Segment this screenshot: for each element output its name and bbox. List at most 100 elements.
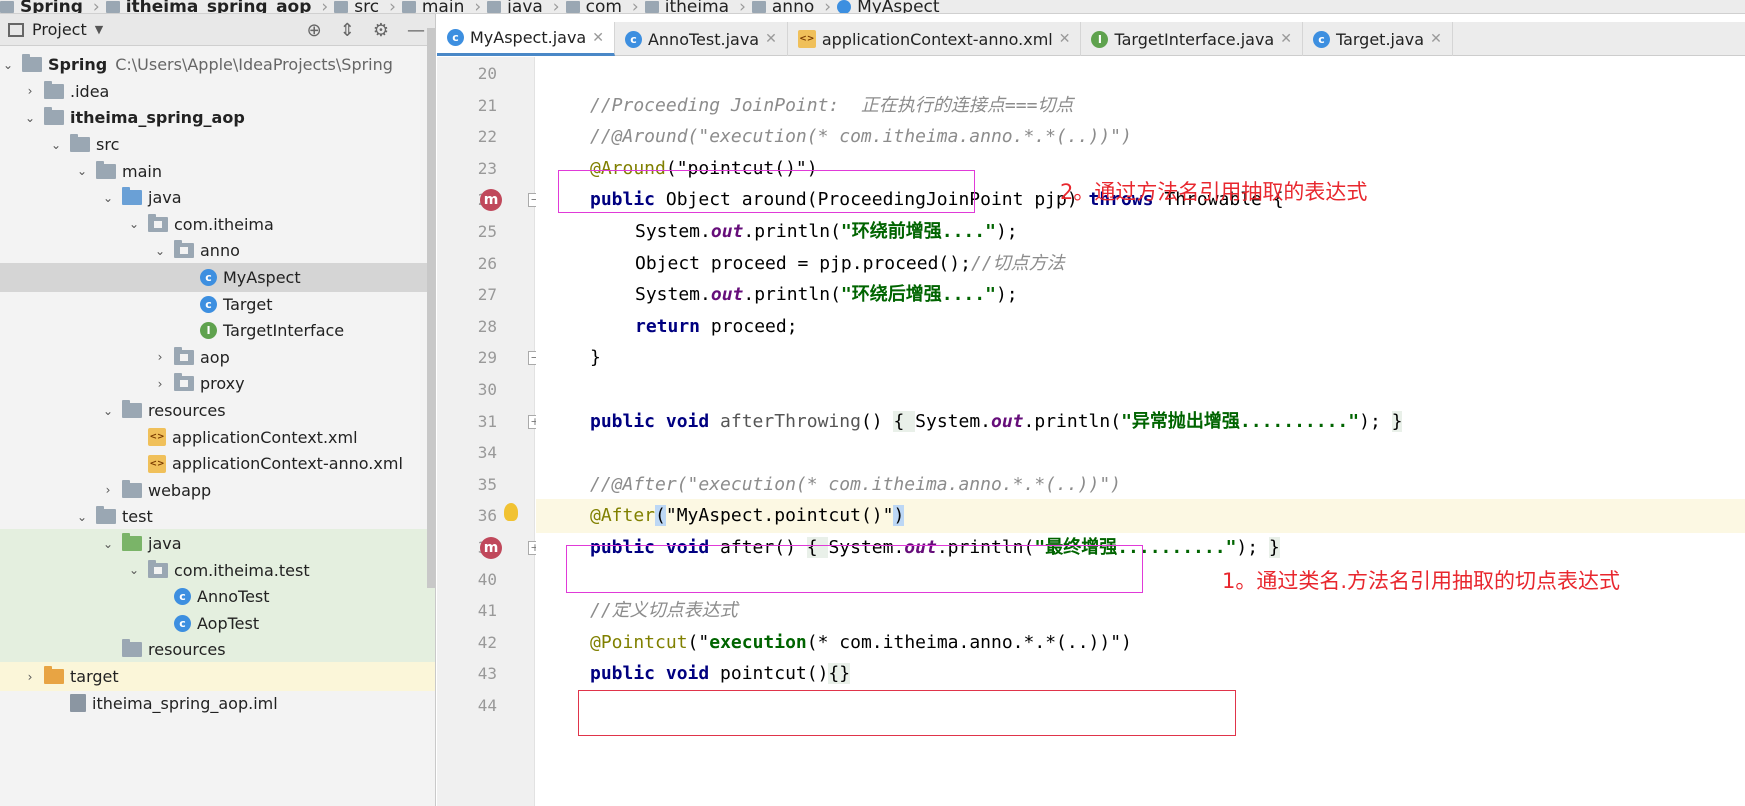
chevron-right-icon[interactable]: › [100,483,116,497]
collapse-all-icon[interactable]: ⇕ [340,20,355,41]
tree-item[interactable]: <> applicationContext.xml [0,422,435,452]
code-line[interactable]: Object proceed = pjp.proceed();//切点方法 [536,247,1745,281]
tree-scrollbar[interactable] [427,28,435,588]
line-number: 29 [477,348,497,368]
code-line[interactable]: return proceed; [536,310,1745,344]
editor-tab[interactable]: <> applicationContext-anno.xml ✕ [788,22,1082,56]
tree-item[interactable]: c AopTest [0,608,435,639]
tree-item[interactable]: › target [0,661,435,692]
close-icon[interactable]: ✕ [1280,31,1292,47]
chevron-down-icon[interactable]: ⌄ [74,164,90,178]
close-icon[interactable]: ✕ [1059,31,1071,47]
tree-item[interactable]: › webapp [0,476,435,506]
chevron-right-icon[interactable]: › [152,350,168,364]
breadcrumb-item[interactable]: anno [772,0,814,13]
hide-panel-icon[interactable]: — [407,20,425,41]
code-line[interactable]: System.out.println("环绕前增强...."); [536,215,1745,249]
breadcrumb-item[interactable]: itheima [665,0,729,13]
chevron-down-icon[interactable]: ⌄ [152,244,168,258]
lightbulb-icon[interactable] [504,503,518,522]
chevron-right-icon[interactable]: › [22,84,38,98]
breadcrumb-separator: › [92,0,100,14]
chevron-down-icon[interactable]: ⌄ [48,138,64,152]
breadcrumb-item[interactable]: main [422,0,464,13]
tree-item[interactable]: › proxy [0,369,435,399]
chevron-down-icon[interactable]: ▼ [95,23,103,36]
editor-tab-label: Target.java [1335,29,1425,49]
code-line[interactable]: public void pointcut(){} [536,657,1745,691]
tree-item[interactable]: ⌄ main [0,156,435,186]
project-panel-title[interactable]: Project [32,20,87,39]
method-override-icon[interactable]: m [480,537,502,559]
tree-item[interactable]: ⌄ Spring C:\Users\Apple\IdeaProjects\Sprin… [0,50,435,80]
close-icon[interactable]: ✕ [765,31,777,47]
breadcrumb-item[interactable]: itheima_spring_aop [126,0,312,13]
code-line[interactable] [536,373,1745,407]
chevron-down-icon[interactable]: ⌄ [100,537,116,551]
code-line[interactable]: } [536,341,1745,375]
chevron-down-icon[interactable]: ⌄ [22,111,38,125]
code-line[interactable] [536,436,1745,470]
tree-item[interactable]: c AnnoTest [0,582,435,612]
code-line[interactable]: //Proceeding JoinPoint: 正在执行的连接点===切点 [536,89,1745,123]
chevron-down-icon[interactable]: ⌄ [126,217,142,231]
code-token: .println( [743,284,841,306]
tree-item[interactable]: ⌄ test [0,502,435,532]
code-line[interactable]: public void afterThrowing() { System.out… [536,405,1745,439]
chevron-down-icon[interactable]: ⌄ [100,404,116,418]
project-panel: Project ▼ ⊕ ⇕ ⚙ — ⌄ Spring C:\Users\Apple\… [0,14,436,806]
tree-item[interactable]: ⌄ src [0,130,435,160]
tree-item[interactable]: c MyAspect [0,262,435,293]
code-line[interactable] [536,57,1745,91]
tree-item[interactable]: ⌄ itheima_spring_aop [0,103,435,133]
code-line[interactable]: System.out.println("环绕后增强...."); [536,278,1745,312]
editor-tab[interactable]: c AnnoTest.java ✕ [615,22,788,56]
tree-item[interactable]: › .idea [0,77,435,107]
tree-item[interactable]: ⌄ resources [0,396,435,426]
tree-item[interactable]: ⌄ java [0,528,435,559]
chevron-down-icon[interactable]: ⌄ [74,510,90,524]
tree-item[interactable]: ⌄ com.itheima [0,210,435,240]
tree-item[interactable]: itheima_spring_aop.iml [0,688,435,718]
editor-tab[interactable]: c MyAspect.java ✕ [437,22,615,56]
chevron-right-icon[interactable]: › [22,670,38,684]
code-line[interactable]: @After("MyAspect.pointcut()") [536,499,1745,534]
chevron-down-icon[interactable]: ⌄ [126,563,142,577]
locate-icon[interactable]: ⊕ [307,20,322,41]
close-icon[interactable]: ✕ [1430,31,1442,47]
editor-tab[interactable]: c Target.java ✕ [1303,22,1453,56]
breadcrumb-item[interactable]: Spring [20,0,83,13]
after-annotation-highlight-box [566,545,1143,593]
tree-item-label: java [148,534,182,554]
tree-item-label: com.itheima [174,214,274,234]
tree-item[interactable]: resources [0,635,435,665]
editor-tab[interactable]: I TargetInterface.java ✕ [1081,22,1303,56]
code-line[interactable]: //@Around("execution(* com.itheima.anno.… [536,120,1745,154]
code-token: System. [635,221,711,242]
tree-item[interactable]: ⌄ java [0,183,435,213]
tree-item[interactable]: <> applicationContext-anno.xml [0,449,435,479]
chevron-down-icon[interactable]: ⌄ [100,191,116,205]
chevron-down-icon[interactable]: ⌄ [0,58,16,72]
code-line[interactable]: //定义切点表达式 [536,594,1745,628]
code-line[interactable]: //@After("execution(* com.itheima.anno.*… [536,468,1745,502]
breadcrumb-item[interactable]: MyAspect [857,0,939,13]
tree-item-label: itheima_spring_aop [70,108,245,128]
tree-item[interactable]: ⌄ anno [0,236,435,266]
class-icon: c [200,269,217,287]
tree-item[interactable]: ⌄ com.itheima.test [0,555,435,585]
chevron-right-icon[interactable]: › [152,377,168,391]
gear-icon[interactable]: ⚙ [373,20,389,41]
tree-item[interactable]: › aop [0,343,435,373]
note-method-name: 2。通过方法名引用抽取的表达式 [1060,180,1368,204]
close-icon[interactable]: ✕ [592,30,604,46]
tree-item[interactable]: c Target [0,289,435,319]
method-override-icon[interactable]: m [480,189,502,212]
tree-item[interactable]: I TargetInterface [0,316,435,346]
code-line[interactable]: @Pointcut("execution(* com.itheima.anno.… [536,626,1745,660]
breadcrumb-item[interactable]: java [507,0,543,13]
editor-tab-label: MyAspect.java [470,28,587,47]
breadcrumb-item[interactable]: src [354,0,379,13]
module-icon [44,107,64,126]
breadcrumb-item[interactable]: com [586,0,622,13]
